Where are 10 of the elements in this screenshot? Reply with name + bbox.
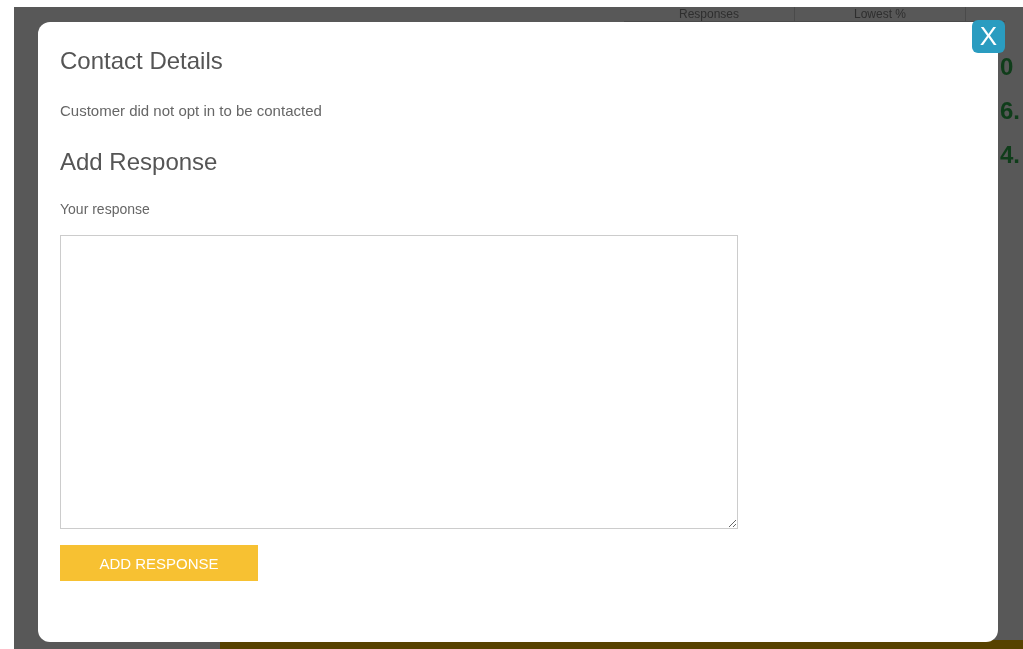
section-title: Contact Details bbox=[60, 46, 223, 76]
score-value: 0 bbox=[1000, 53, 1015, 81]
close-button[interactable]: X bbox=[972, 20, 1005, 53]
score-value: 6. bbox=[1000, 97, 1020, 125]
score-value: 4. bbox=[1000, 141, 1020, 169]
add-response-button[interactable]: ADD RESPONSE bbox=[60, 545, 258, 581]
section-title: Add Response bbox=[60, 147, 218, 177]
response-field[interactable] bbox=[60, 235, 738, 529]
contact-note: Customer did not opt in to be contacted bbox=[60, 102, 322, 119]
field-label: Your response bbox=[60, 201, 150, 217]
